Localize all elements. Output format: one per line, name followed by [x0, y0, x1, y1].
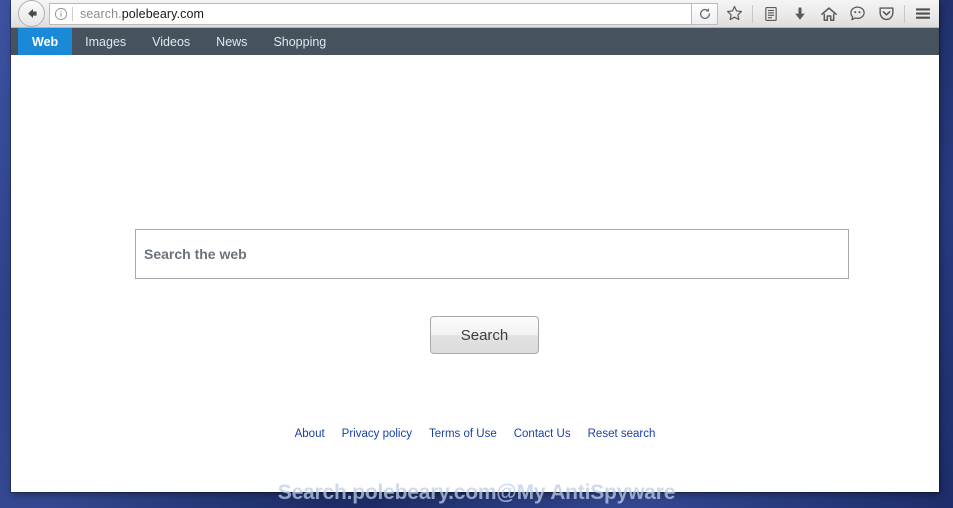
pocket-icon[interactable]: [872, 1, 901, 27]
reload-button[interactable]: [692, 2, 718, 25]
browser-toolbar: search.polebeary.com: [11, 0, 939, 28]
footer-link-contact-us[interactable]: Contact Us: [514, 428, 571, 440]
footer-link-privacy-policy[interactable]: Privacy policy: [342, 428, 412, 440]
downloads-icon[interactable]: [785, 1, 814, 27]
sync-icon[interactable]: [843, 1, 872, 27]
reload-icon: [699, 7, 710, 19]
library-icon[interactable]: [756, 1, 785, 27]
nav-item-shopping[interactable]: Shopping: [260, 28, 339, 55]
back-arrow-icon: [28, 9, 37, 18]
nav-item-web-label: Web: [32, 34, 59, 49]
nav-item-images-label: Images: [85, 34, 127, 49]
browser-window: search.polebeary.com Web Images Videos N…: [11, 0, 939, 492]
back-button[interactable]: [18, 0, 45, 27]
toolbar-separator: [752, 4, 753, 23]
page-content: Search About Privacy policy Terms of Use…: [11, 55, 939, 491]
nav-item-web[interactable]: Web: [18, 28, 73, 55]
nav-item-images[interactable]: Images: [72, 28, 139, 55]
url-prefix: search.: [80, 6, 122, 21]
nav-item-news[interactable]: News: [203, 28, 260, 55]
url-domain: polebeary.com: [121, 6, 205, 21]
bookmark-star-icon[interactable]: [720, 1, 749, 27]
footer-link-about[interactable]: About: [295, 428, 325, 440]
search-input[interactable]: [135, 229, 849, 279]
nav-item-shopping-label: Shopping: [273, 34, 327, 49]
footer-link-reset-search[interactable]: Reset search: [588, 428, 656, 440]
nav-item-news-label: News: [216, 34, 248, 49]
search-box-container: [135, 229, 849, 279]
nav-item-videos[interactable]: Videos: [139, 28, 203, 55]
url-separator: [72, 6, 73, 21]
site-navigation-bar: Web Images Videos News Shopping: [11, 28, 939, 55]
info-circle-icon[interactable]: [50, 7, 72, 21]
toolbar-separator-2: [904, 4, 905, 23]
menu-hamburger-icon[interactable]: [908, 1, 937, 27]
nav-item-videos-label: Videos: [152, 34, 191, 49]
search-button[interactable]: Search: [430, 316, 539, 354]
url-text: search.polebeary.com: [80, 7, 691, 21]
footer-link-terms-of-use[interactable]: Terms of Use: [429, 428, 497, 440]
home-icon[interactable]: [814, 1, 843, 27]
footer-links: About Privacy policy Terms of Use Contac…: [11, 428, 939, 440]
url-bar[interactable]: search.polebeary.com: [49, 2, 692, 25]
